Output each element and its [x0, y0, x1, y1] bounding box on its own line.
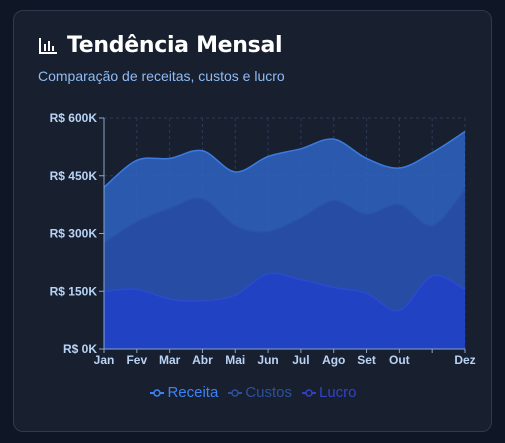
- x-tick-label: Mar: [159, 353, 181, 367]
- trend-card: Tendência Mensal Comparação de receitas,…: [13, 10, 492, 432]
- y-tick-label: R$ 150K: [50, 284, 98, 298]
- legend-item-receita[interactable]: Receita: [150, 384, 218, 401]
- y-tick-label: R$ 450K: [50, 169, 98, 183]
- x-tick-label: Mai: [225, 353, 245, 367]
- x-tick-label: Jul: [292, 353, 309, 367]
- legend-line-icon: [302, 388, 316, 397]
- legend-line-icon: [228, 388, 243, 397]
- y-tick-label: R$ 600K: [50, 111, 98, 125]
- x-tick-label: Ago: [322, 353, 345, 367]
- area-chart: R$ 0K R$ 150K R$ 300K R$ 450K R$ 600K Jan Fev M…: [50, 111, 476, 367]
- x-tick-label: Out: [389, 353, 410, 367]
- legend-label: Receita: [167, 384, 219, 401]
- x-tick-label: Dez: [454, 353, 475, 367]
- legend-item-lucro[interactable]: Lucro: [302, 384, 357, 401]
- legend-label: Lucro: [319, 384, 357, 401]
- legend-label: Custos: [245, 384, 292, 401]
- legend: Receita Custos Lucro: [14, 384, 493, 401]
- y-tick-label: R$ 300K: [50, 227, 98, 241]
- y-tick-label: R$ 0K: [63, 342, 97, 356]
- legend-item-custos[interactable]: Custos: [228, 384, 292, 401]
- legend-line-icon: [150, 388, 165, 397]
- x-tick-label: Fev: [126, 353, 147, 367]
- x-tick-label: Jun: [257, 353, 278, 367]
- x-tick-label: Abr: [192, 353, 213, 367]
- x-tick-label: Set: [357, 353, 376, 367]
- x-tick-label: Jan: [94, 353, 115, 367]
